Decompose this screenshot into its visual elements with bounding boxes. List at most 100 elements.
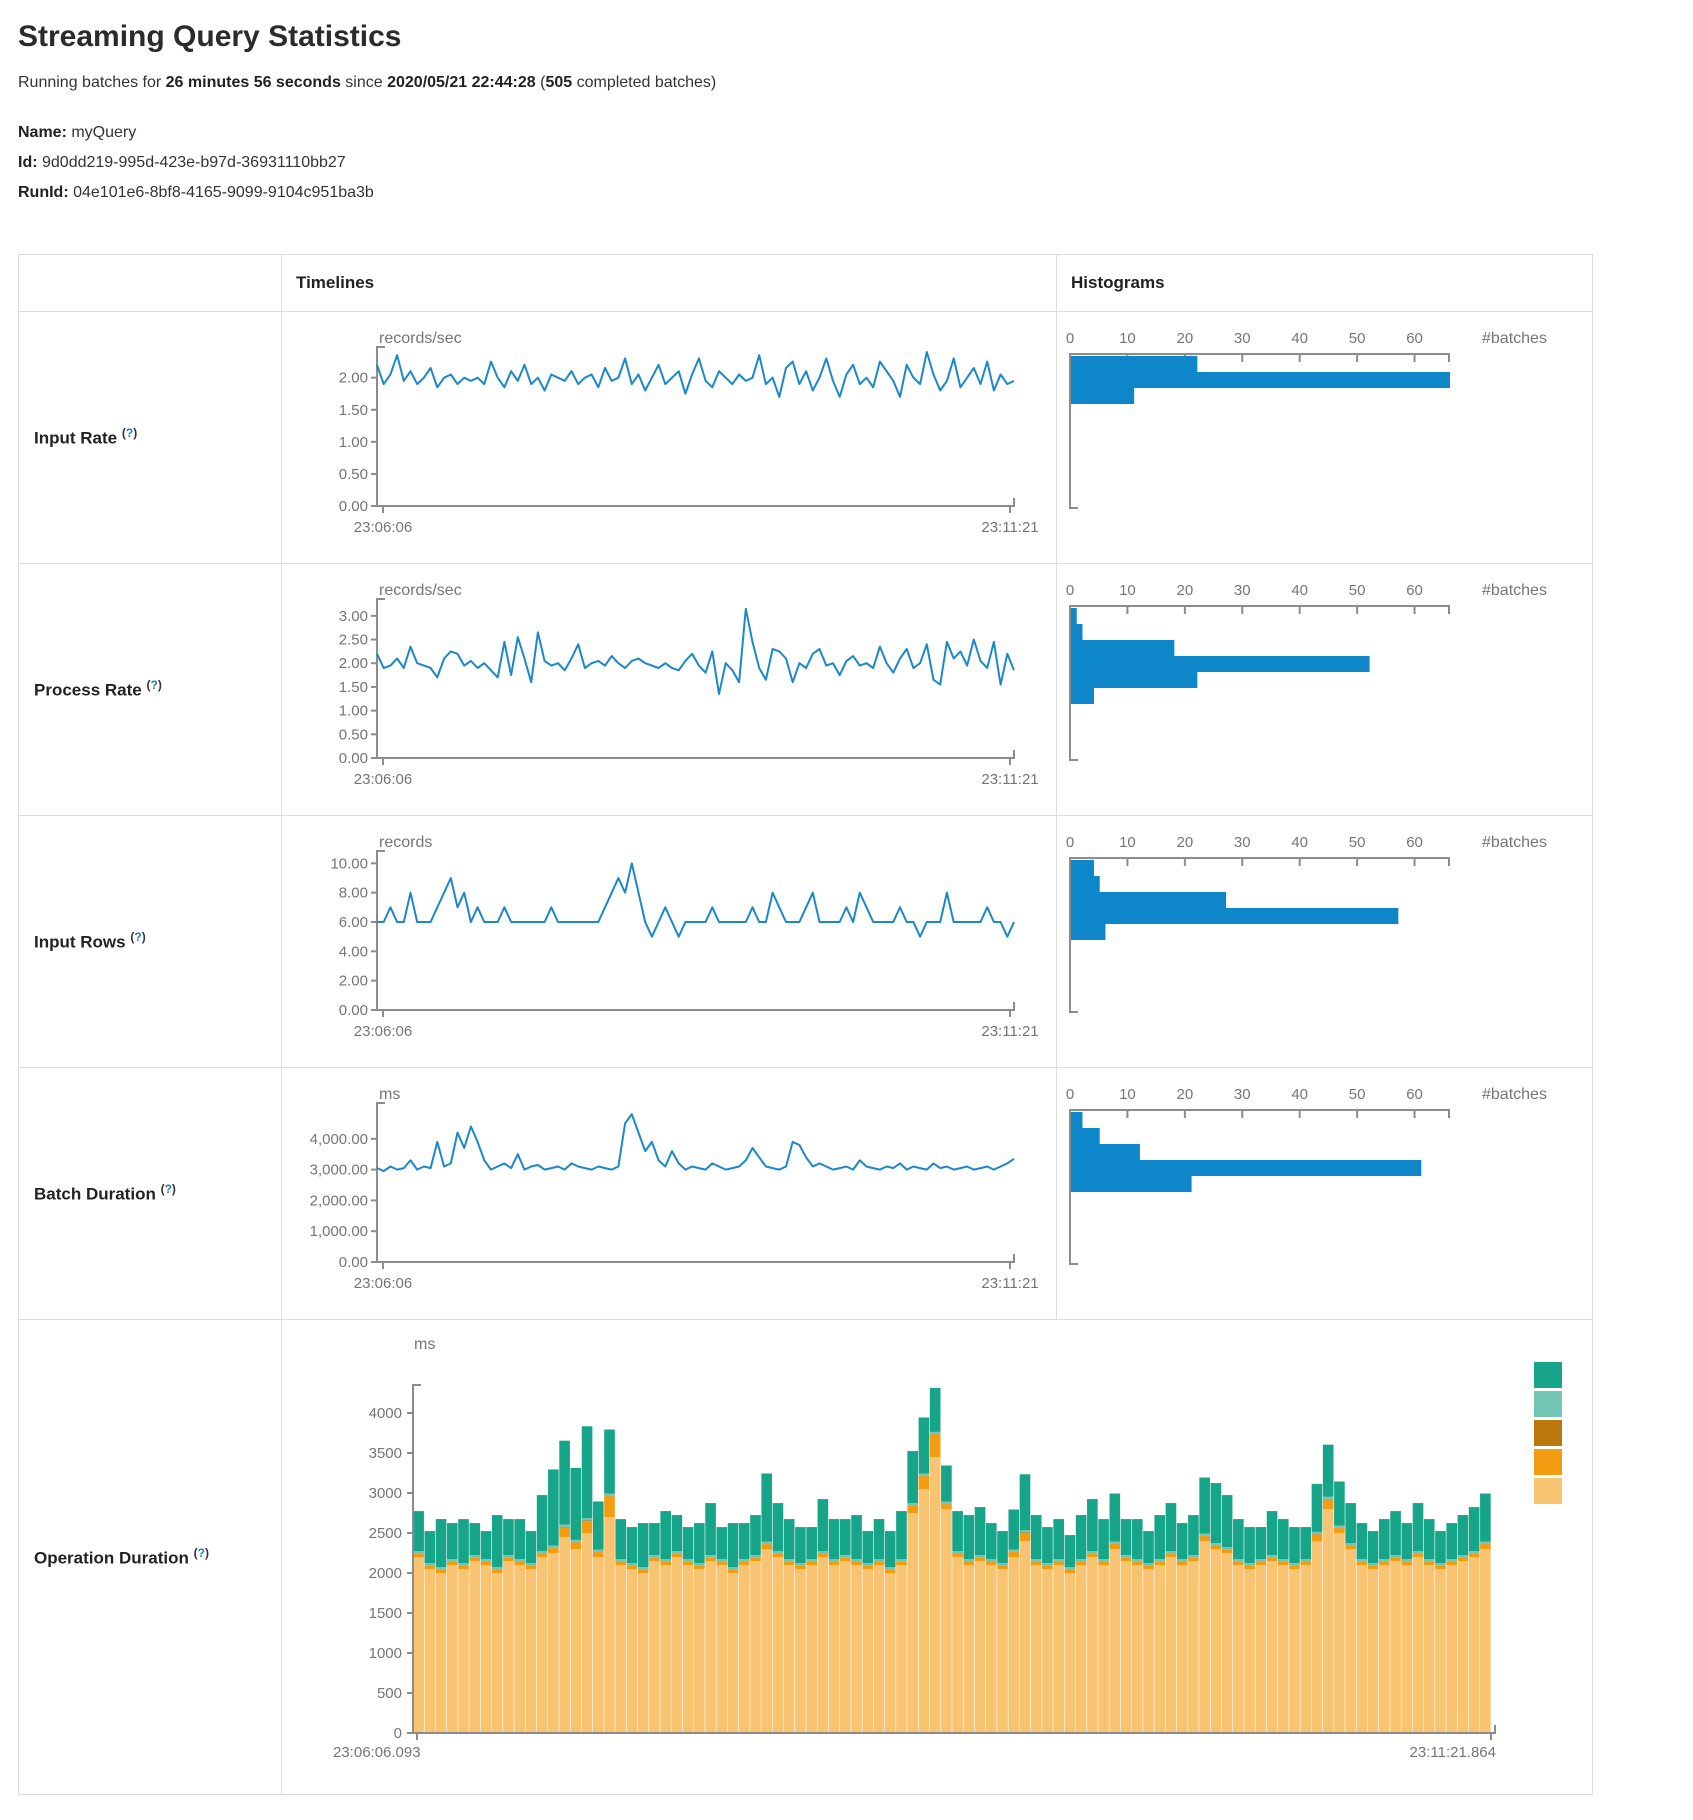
stacked-bar-segment-light-teal <box>469 1555 480 1557</box>
stacked-bar-segment-light-orange <box>1368 1569 1379 1733</box>
stacked-bar-segment-light-teal <box>1357 1559 1368 1561</box>
stacked-bar-segment-orange <box>593 1552 604 1557</box>
axis-tick-label: 0 <box>1066 834 1074 851</box>
stacked-bar-segment-light-orange <box>1278 1565 1289 1733</box>
input-rate-help-icon[interactable]: (?) <box>122 426 137 440</box>
stacked-bar-segment-light-teal <box>582 1518 593 1520</box>
timelines-column-header: Timelines <box>282 255 1057 312</box>
stacked-bar-segment-light-teal <box>705 1555 716 1557</box>
stacked-bar-segment-light-orange <box>1255 1565 1266 1733</box>
input-rows-row: Input Rows (?) records10.008.006.004.002… <box>19 816 1593 1068</box>
stacked-bar-segment-orange <box>1188 1558 1199 1561</box>
stacked-bar-segment-orange <box>773 1554 784 1557</box>
batch_duration_timeline: ms4,000.003,000.002,000.001,000.000.0023… <box>282 1068 1056 1319</box>
stacked-bar-segment-orange <box>1312 1535 1323 1541</box>
operation-duration-help-icon[interactable]: (?) <box>194 1546 209 1560</box>
stacked-bar-segment-light-teal <box>1132 1559 1143 1561</box>
stacked-bar-segment-orange <box>896 1562 907 1565</box>
stacked-bar-segment-orange <box>1042 1566 1053 1569</box>
stacked-bar-segment-orange <box>615 1562 626 1565</box>
histogram-bar <box>1071 1128 1100 1144</box>
stacked-bar-segment-light-orange <box>1143 1569 1154 1733</box>
stacked-bar-segment-teal <box>919 1417 930 1473</box>
x-axis-ticks <box>383 1262 1010 1269</box>
stacked-bar-segment-light-teal <box>615 1559 626 1561</box>
stacked-bar-segment-light-teal <box>604 1493 615 1495</box>
legend-swatch-light-orange <box>1534 1478 1562 1504</box>
axis-tick-label: 500 <box>377 1685 402 1702</box>
stacked-bar-segment-orange <box>862 1566 873 1569</box>
stacked-bar-segment-light-teal <box>964 1559 975 1561</box>
stacked-bar-segment-light-teal <box>1446 1559 1457 1561</box>
batches-axis-label: #batches <box>1482 582 1547 599</box>
input_rows_histogram: #batches0102030405060 <box>1057 816 1592 1067</box>
axis-tick-label: 20 <box>1177 582 1194 599</box>
batch-duration-help-icon[interactable]: (?) <box>161 1182 176 1196</box>
stacked-bar-segment-light-orange <box>503 1561 514 1733</box>
input-rows-help-icon[interactable]: (?) <box>130 930 145 944</box>
input_rate_timeline: records/sec2.001.501.000.500.0023:06:062… <box>282 312 1056 563</box>
stacked-bar-segment-light-teal <box>638 1567 649 1569</box>
input-rows-label-cell: Input Rows (?) <box>19 816 282 1068</box>
batch-duration-timeline-chart: ms4,000.003,000.002,000.001,000.000.0023… <box>282 1068 1056 1319</box>
stacked-bar-segment-light-teal <box>548 1545 559 1547</box>
stacked-bar-segment-light-teal <box>413 1551 424 1553</box>
axis-tick-label: 50 <box>1349 330 1366 347</box>
stacked-bar-segment-teal <box>615 1519 626 1559</box>
stacked-bar-segment-teal <box>492 1515 503 1567</box>
stacked-bar-segment-orange <box>750 1558 761 1561</box>
stacked-bar-segment-light-orange <box>784 1565 795 1733</box>
stacked-bar-segment-orange <box>571 1543 582 1549</box>
stacked-bar-segment-light-orange <box>1323 1509 1334 1733</box>
input-rate-timeline-cell: records/sec2.001.501.000.500.0023:06:062… <box>282 312 1057 564</box>
stacked-bar-segment-teal <box>1413 1503 1424 1551</box>
stacked-bar-segment-teal <box>469 1523 480 1555</box>
stacked-bar-segment-teal <box>818 1499 829 1551</box>
stacked-bar-segment-light-orange <box>694 1569 705 1733</box>
stacked-bar-segment-teal <box>1098 1519 1109 1559</box>
timeline-series-line <box>377 1114 1014 1171</box>
summary-text: ( <box>536 74 546 91</box>
stacked-bar-segment-teal <box>829 1519 840 1559</box>
operation-duration-label-cell: Operation Duration (?) <box>19 1320 282 1795</box>
stacked-bar-segment-light-orange <box>469 1561 480 1733</box>
stacked-bar-segment-light-teal <box>975 1555 986 1557</box>
input-rate-label: Input Rate <box>34 429 117 448</box>
stacked-bar-segment-light-teal <box>1166 1551 1177 1553</box>
axis-tick-label: 60 <box>1406 330 1423 347</box>
stacked-bar-segment-light-orange <box>593 1557 604 1733</box>
stacked-bar-segment-teal <box>672 1515 683 1551</box>
axis-tick-label: 0.00 <box>339 1254 368 1271</box>
process-rate-help-icon[interactable]: (?) <box>146 678 161 692</box>
axis-tick-label: 2,000.00 <box>310 1192 368 1209</box>
timeline-series-line <box>377 609 1014 694</box>
stacked-bar-segment-light-orange <box>1458 1561 1469 1733</box>
stacked-bar-segment-light-orange <box>1469 1557 1480 1733</box>
batch-duration-histogram-cell: #batches0102030405060 <box>1057 1068 1593 1320</box>
stacked-bar-segment-light-teal <box>1413 1551 1424 1553</box>
page-title: Streaming Query Statistics <box>18 20 1693 54</box>
stacked-bar-segment-teal <box>1345 1503 1356 1543</box>
stacked-bar-segment-light-teal <box>784 1559 795 1561</box>
axis-tick-label: 1.00 <box>339 703 368 720</box>
operation-duration-chart-cell: ms4000350030002500200015001000500023:06:… <box>282 1320 1593 1795</box>
stacked-bar-segment-orange <box>1132 1562 1143 1565</box>
axis-tick-label: 4.00 <box>339 943 368 960</box>
stacked-bar-segment-orange <box>683 1562 694 1565</box>
input-rate-histogram-chart: #batches0102030405060 <box>1057 312 1592 563</box>
stacked-bar-segment-teal <box>1401 1523 1412 1559</box>
stacked-bar-segment-teal <box>1143 1531 1154 1563</box>
stacked-bar-segment-light-teal <box>840 1555 851 1557</box>
stacked-bar-segment-light-teal <box>952 1551 963 1553</box>
x-axis-end-label: 23:11:21 <box>981 1275 1038 1292</box>
stacked-bar-segment-light-orange <box>1110 1549 1121 1733</box>
stacked-bar-segment-light-orange <box>1480 1549 1491 1733</box>
stacked-bar-segment-teal <box>1469 1507 1480 1551</box>
stacked-bar-segment-light-orange <box>1267 1561 1278 1733</box>
stacked-bar-segment-teal <box>593 1501 604 1549</box>
operation-duration-row: Operation Duration (?) ms400035003000250… <box>19 1320 1593 1795</box>
axis-tick-label: 40 <box>1291 582 1308 599</box>
stacked-bar-segment-teal <box>840 1519 851 1555</box>
stacked-bar-segment-light-teal <box>1143 1563 1154 1565</box>
stacked-bar-segment-orange <box>1143 1566 1154 1569</box>
